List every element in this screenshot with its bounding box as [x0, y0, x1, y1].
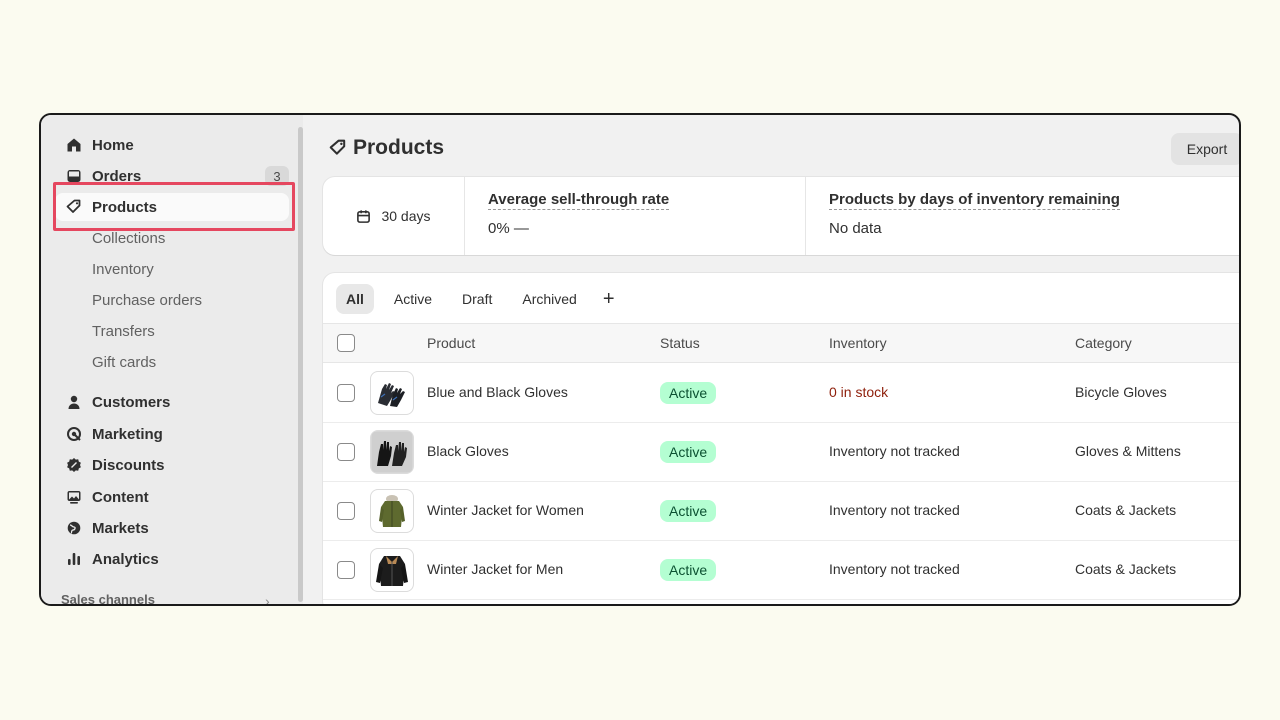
sidebar-item-customers[interactable]: Customers — [55, 388, 289, 416]
sidebar-item-home[interactable]: Home — [55, 131, 289, 159]
sidebar-item-discounts[interactable]: Discounts — [55, 451, 289, 479]
sell-through-stat[interactable]: Average sell-through rate 0% — — [466, 177, 806, 255]
tab-draft[interactable]: Draft — [452, 284, 502, 314]
sidebar-item-label: Customers — [92, 393, 171, 411]
gloves-icon — [372, 432, 412, 472]
sidebar-item-marketing[interactable]: Marketing — [55, 420, 289, 448]
table-row[interactable]: Winter Jacket for Women Active Inventory… — [323, 482, 1239, 541]
sales-channels-heading[interactable]: Sales channels — [61, 592, 155, 604]
products-table-card: All Active Draft Archived + Product Stat… — [323, 273, 1239, 604]
gloves-icon — [378, 383, 405, 407]
table-header: Product Status Inventory Category — [323, 323, 1239, 363]
table-row[interactable]: Black Gloves Active Inventory not tracke… — [323, 423, 1239, 482]
calendar-icon — [357, 209, 371, 223]
app-window: Home Orders 3 Products Collections Inven… — [39, 113, 1241, 606]
sidebar-item-analytics[interactable]: Analytics — [55, 545, 289, 573]
sidebar-item-label: Discounts — [92, 456, 165, 474]
table-row[interactable]: Blue and Black Gloves Active 0 in stock … — [323, 364, 1239, 423]
days-inventory-stat[interactable]: Products by days of inventory remaining … — [807, 177, 1239, 255]
sidebar-item-label: Analytics — [92, 550, 159, 568]
sidebar-subitem-inventory[interactable]: Inventory — [92, 259, 154, 281]
product-thumbnail — [370, 430, 414, 474]
sidebar-item-label: Content — [92, 488, 149, 506]
inventory-value: Inventory not tracked — [829, 561, 960, 577]
status-badge: Active — [660, 500, 717, 522]
product-name[interactable]: Black Gloves — [427, 443, 509, 459]
sidebar-item-markets[interactable]: Markets — [55, 514, 289, 542]
category-value: Bicycle Gloves — [1075, 384, 1167, 400]
inventory-value: Inventory not tracked — [829, 443, 960, 459]
sidebar-item-label: Home — [92, 136, 134, 154]
category-value: Coats & Jackets — [1075, 561, 1177, 577]
stats-card: 30 days Average sell-through rate 0% — P… — [323, 177, 1239, 255]
sidebar-item-content[interactable]: Content — [55, 483, 289, 511]
filter-tabs: All Active Draft Archived + — [336, 284, 631, 314]
person-icon — [63, 391, 85, 413]
sell-through-value: 0% — — [488, 220, 529, 237]
row-checkbox[interactable] — [337, 502, 355, 520]
target-icon — [63, 423, 85, 445]
table-row[interactable]: Winter Jacket for Men Active Inventory n… — [323, 541, 1239, 600]
column-header-category[interactable]: Category — [1075, 335, 1132, 351]
sidebar-item-label: Markets — [92, 519, 149, 537]
column-header-status[interactable]: Status — [660, 335, 700, 351]
tab-all[interactable]: All — [336, 284, 374, 314]
sell-through-label: Average sell-through rate — [488, 191, 670, 210]
products-highlight-box — [53, 182, 295, 231]
home-icon — [63, 134, 85, 156]
sidebar-subitem-collections[interactable]: Collections — [92, 228, 165, 250]
days-inventory-value: No data — [829, 220, 882, 237]
status-badge: Active — [660, 559, 717, 581]
page-title-text: Products — [353, 136, 445, 159]
days-inventory-label: Products by days of inventory remaining — [829, 191, 1120, 210]
column-header-inventory[interactable]: Inventory — [829, 335, 887, 351]
row-checkbox[interactable] — [337, 443, 355, 461]
tab-active[interactable]: Active — [384, 284, 442, 314]
globe-icon — [63, 517, 85, 539]
inventory-value: 0 in stock — [829, 384, 889, 400]
date-range-button[interactable]: 30 days — [323, 177, 465, 255]
product-thumbnail — [370, 371, 414, 415]
product-thumbnail — [370, 548, 414, 592]
product-thumbnail — [370, 489, 414, 533]
jacket-icon — [376, 556, 408, 586]
product-name[interactable]: Winter Jacket for Men — [427, 561, 563, 577]
page-title: Products — [329, 136, 444, 160]
row-checkbox[interactable] — [337, 384, 355, 402]
row-checkbox[interactable] — [337, 561, 355, 579]
select-all-checkbox[interactable] — [337, 334, 355, 352]
product-name[interactable]: Blue and Black Gloves — [427, 384, 568, 400]
chevron-right-icon[interactable]: › — [265, 593, 270, 604]
tab-archived[interactable]: Archived — [512, 284, 586, 314]
category-value: Coats & Jackets — [1075, 502, 1177, 518]
main-content: Products Export 30 days Average sell-thr… — [303, 115, 1239, 604]
export-button[interactable]: Export — [1171, 133, 1239, 165]
product-name[interactable]: Winter Jacket for Women — [427, 502, 584, 518]
add-view-button[interactable]: + — [597, 284, 621, 314]
sidebar-subitem-transfers[interactable]: Transfers — [92, 321, 155, 343]
bar-chart-icon — [63, 548, 85, 570]
status-badge: Active — [660, 441, 717, 463]
image-icon — [63, 486, 85, 508]
sidebar-subitem-gift-cards[interactable]: Gift cards — [92, 352, 156, 374]
column-header-product[interactable]: Product — [427, 335, 475, 351]
status-badge: Active — [660, 382, 717, 404]
sidebar-item-label: Marketing — [92, 425, 163, 443]
category-value: Gloves & Mittens — [1075, 443, 1181, 459]
jacket-icon — [379, 495, 405, 527]
discount-icon — [63, 454, 85, 476]
inventory-value: Inventory not tracked — [829, 502, 960, 518]
sidebar: Home Orders 3 Products Collections Inven… — [41, 115, 303, 604]
date-range-label: 30 days — [381, 208, 431, 224]
sidebar-subitem-purchase-orders[interactable]: Purchase orders — [92, 290, 202, 312]
tag-icon — [329, 139, 346, 155]
